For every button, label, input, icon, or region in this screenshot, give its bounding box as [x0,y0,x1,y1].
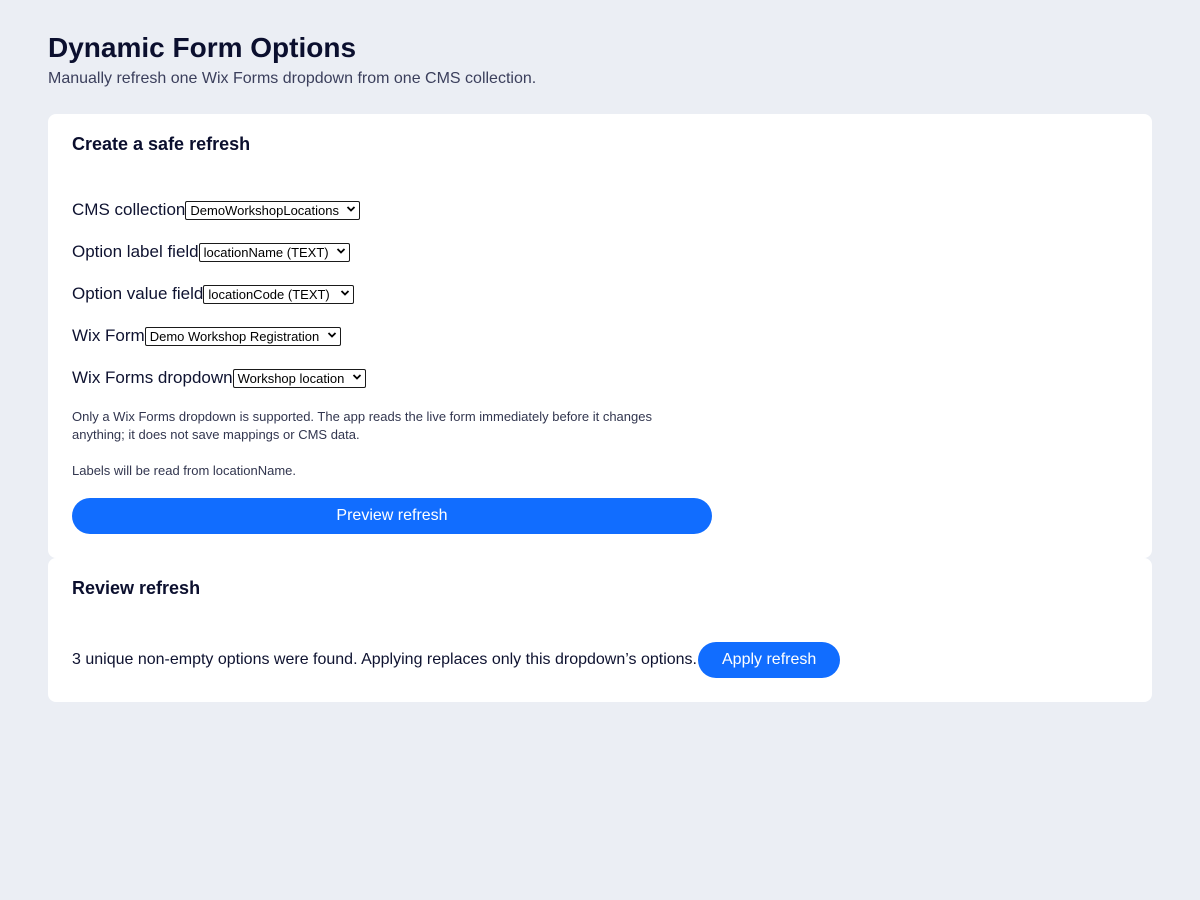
form-select-value: Demo Workshop Registration [149,328,320,344]
review-summary: 3 unique non-empty options were found. A… [72,651,697,668]
form-field-row: Wix Form Demo Workshop Registration [72,325,341,347]
help-text: Only a Wix Forms dropdown is supported. … [72,409,652,442]
chevron-down-icon [327,330,337,340]
page-subtitle: Manually refresh one Wix Forms dropdown … [48,70,537,87]
label-field-select[interactable]: locationName (TEXT) [198,242,350,262]
collection-field: CMS collection DemoWorkshopLocations [72,199,361,221]
page-title: Dynamic Form Options [48,32,357,63]
chevron-down-icon [346,204,356,214]
dropdown-field-row: Wix Forms dropdown Workshop location [72,367,366,389]
labels-note: Labels will be read from locationName. [72,463,296,478]
chevron-down-icon [340,288,350,298]
page: Dynamic Form Options Manually refresh on… [0,0,1200,900]
label-field-row: Option label field locationName (TEXT) [72,241,350,263]
form-field-label: Wix Form [72,326,145,345]
value-field-row: Option value field locationCode (TEXT) [72,283,355,305]
value-field-select-value: locationCode (TEXT) [208,286,330,302]
chevron-down-icon [352,372,362,382]
dropdown-field-label: Wix Forms dropdown [72,368,233,387]
collection-label: CMS collection [72,200,186,219]
collection-select[interactable]: DemoWorkshopLocations [185,200,361,220]
value-field-select[interactable]: locationCode (TEXT) [203,284,355,304]
dropdown-select[interactable]: Workshop location [232,368,366,388]
apply-refresh-button[interactable]: Apply refresh [698,642,841,678]
collection-select-value: DemoWorkshopLocations [190,202,339,218]
chevron-down-icon [336,246,346,256]
label-field-label: Option label field [72,242,199,261]
form-select[interactable]: Demo Workshop Registration [144,326,341,346]
preview-refresh-button[interactable]: Preview refresh [72,498,712,534]
dropdown-select-value: Workshop location [237,370,345,386]
setup-card: Create a safe refresh CMS collection Dem… [48,114,1152,558]
review-card: Review refresh 3 unique non-empty option… [48,558,1152,702]
label-field-select-value: locationName (TEXT) [203,244,329,260]
review-row: 3 unique non-empty options were found. A… [72,642,841,678]
value-field-label: Option value field [72,284,204,303]
setup-card-title: Create a safe refresh [72,134,251,154]
review-card-title: Review refresh [72,578,201,598]
